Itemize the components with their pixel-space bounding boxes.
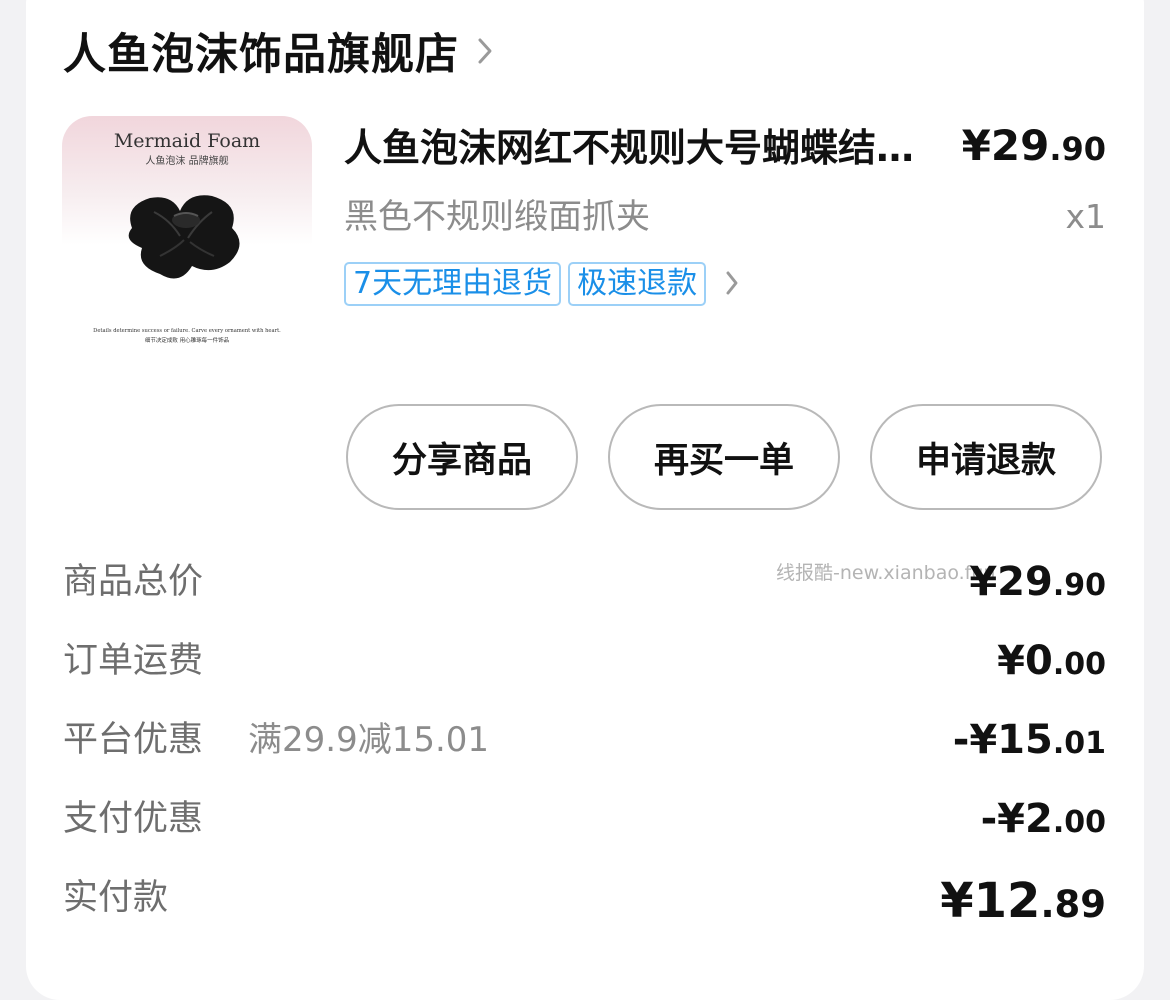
tag-7day-return[interactable]: 7天无理由退货 — [344, 262, 562, 306]
store-name[interactable]: 人鱼泡沫饰品旗舰店 — [63, 20, 459, 82]
product-image[interactable]: Mermaid Foam 人鱼泡沫 品牌旗舰 Details determine… — [62, 116, 312, 364]
order-actions: 分享商品 再买一单 申请退款 — [346, 404, 1102, 510]
product-image-caption-cn: 细节决定成败 用心雕琢每一件饰品 — [145, 336, 230, 344]
service-tags[interactable]: 7天无理由退货 极速退款 — [344, 262, 739, 306]
summary-label: 订单运费 — [63, 641, 204, 681]
summary-label: 商品总价 — [63, 562, 204, 602]
product-quantity: x1 — [1065, 197, 1106, 236]
summary-label: 实付款 — [63, 878, 169, 918]
summary-goods-total: 商品总价 ¥29.90 — [63, 552, 1106, 612]
product-price-symbol: ¥ — [961, 121, 991, 170]
chevron-right-icon[interactable] — [477, 37, 493, 69]
hair-clip-illustration — [128, 195, 240, 279]
product-image-subtitle: 人鱼泡沫 品牌旗舰 — [145, 154, 228, 167]
summary-value: -¥15.01 — [952, 717, 1106, 763]
product-title[interactable]: 人鱼泡沫网红不规则大号蝴蝶结抓夹 — [344, 120, 924, 176]
summary-shipping: 订单运费 ¥0.00 — [63, 631, 1106, 691]
product-image-caption-en: Details determine success or failure. Ca… — [93, 328, 281, 334]
chevron-right-icon[interactable] — [725, 270, 739, 300]
rebuy-button[interactable]: 再买一单 — [608, 404, 840, 510]
summary-paid-amount: 实付款 ¥12.89 — [63, 868, 1106, 938]
product-price-int: 29 — [990, 121, 1050, 170]
request-refund-button[interactable]: 申请退款 — [870, 404, 1102, 510]
summary-value: ¥0.00 — [997, 638, 1106, 684]
summary-platform-discount: 平台优惠 满29.9减15.01 -¥15.01 — [63, 710, 1106, 770]
store-header[interactable]: 人鱼泡沫饰品旗舰店 — [63, 20, 493, 82]
summary-payment-discount: 支付优惠 -¥2.00 — [63, 789, 1106, 849]
tag-fast-refund[interactable]: 极速退款 — [568, 262, 707, 306]
discount-rule-note: 满29.9减15.01 — [248, 720, 490, 760]
product-price: ¥29.90 — [962, 118, 1106, 177]
share-product-button[interactable]: 分享商品 — [346, 404, 578, 510]
summary-value: ¥12.89 — [940, 873, 1106, 929]
summary-value: -¥2.00 — [980, 796, 1106, 842]
product-spec: 黑色不规则缎面抓夹 — [344, 197, 650, 237]
summary-label: 平台优惠 — [63, 720, 204, 760]
product-image-brand: Mermaid Foam — [114, 130, 260, 152]
product-price-dec: .90 — [1049, 130, 1106, 168]
summary-value: ¥29.90 — [969, 559, 1106, 605]
summary-label: 支付优惠 — [63, 799, 204, 839]
